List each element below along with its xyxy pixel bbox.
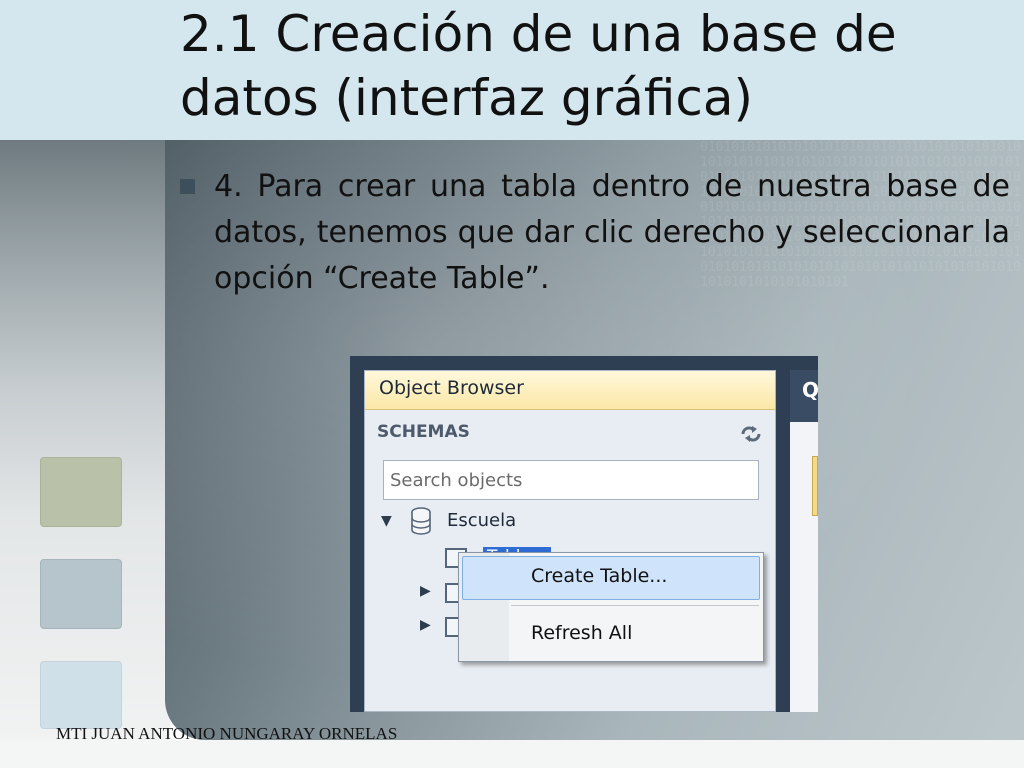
decorative-square-2 (40, 559, 122, 629)
expand-icon[interactable]: ▶ (420, 583, 431, 599)
menu-item-refresh-all[interactable]: Refresh All (531, 622, 632, 644)
bullet-marker (180, 179, 195, 194)
workbench-screenshot: Object Browser SCHEMAS ▼ (350, 356, 818, 712)
database-icon (410, 507, 432, 535)
menu-separator (511, 605, 759, 606)
object-browser-title: Object Browser (379, 377, 524, 399)
expand-icon[interactable]: ▶ (420, 617, 431, 633)
query-tab-label: Q (802, 378, 818, 402)
object-browser-header: Object Browser (365, 371, 775, 410)
slide: 0101010101010101010101010101010101010101… (0, 0, 1024, 768)
decorative-square-3 (40, 661, 122, 729)
menu-item-create-table-label: Create Table... (531, 565, 668, 587)
footer-author: MTI JUAN ANTONIO NUNGARAY ORNELAS (56, 724, 398, 743)
query-icon-edge (812, 456, 818, 516)
decorative-square-1 (40, 457, 122, 527)
context-menu: Create Table... Refresh All (458, 552, 764, 662)
refresh-icon[interactable] (739, 425, 763, 443)
background-bottom (0, 740, 1024, 768)
schemas-heading: SCHEMAS (377, 422, 470, 442)
search-box (383, 460, 759, 500)
schema-escuela[interactable]: Escuela (447, 510, 516, 531)
collapse-icon[interactable]: ▼ (381, 513, 392, 529)
bullet-text: 4. Para crear una tabla dentro de nuestr… (214, 169, 1010, 296)
search-input[interactable] (384, 461, 758, 499)
slide-title: 2.1 Creación de una base de datos (inter… (180, 5, 897, 127)
